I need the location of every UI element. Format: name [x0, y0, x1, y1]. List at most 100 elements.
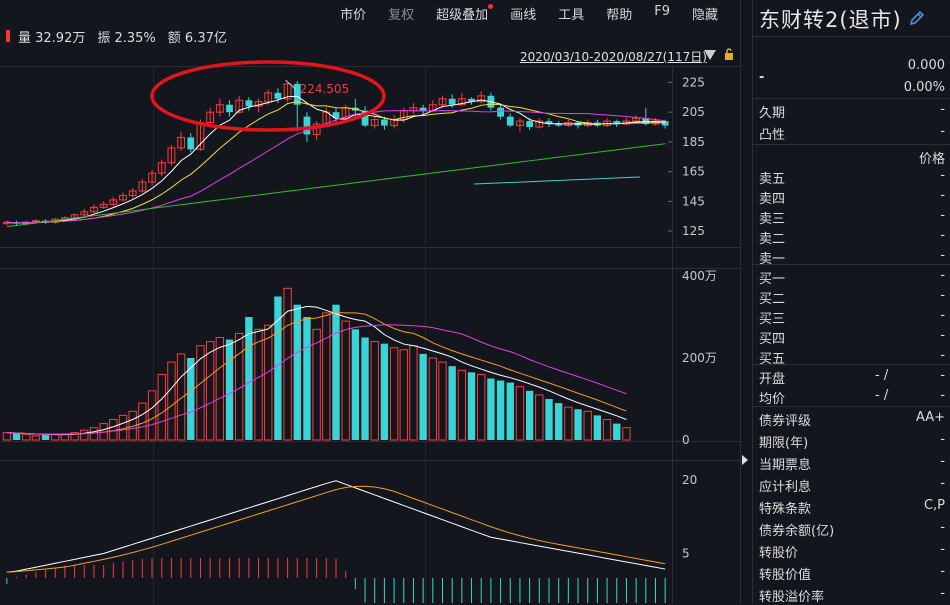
sell-level-4-value: - — [940, 188, 945, 203]
price-header: 价格 — [753, 146, 950, 167]
convexity-row-label: 凸性 — [759, 128, 786, 143]
open-row: 开盘 - / - — [753, 366, 950, 387]
divider — [753, 364, 950, 365]
info-row-7-value: - — [940, 564, 945, 579]
open-row-value: - / — [875, 368, 889, 383]
pencil-icon[interactable] — [907, 8, 927, 28]
frame-line — [0, 247, 740, 248]
volume-bar — [457, 369, 467, 441]
expand-panel-icon[interactable] — [742, 455, 748, 465]
info-row-3-value: - — [940, 476, 945, 491]
convexity-row-value: - — [940, 124, 945, 139]
price-axis-label: 145 — [682, 194, 705, 208]
buy-level-4: 买四 - — [753, 326, 950, 347]
sell-level-3-label: 卖三 — [759, 212, 786, 227]
convexity-row: 凸性 - — [753, 122, 950, 143]
volume-bar — [293, 304, 301, 440]
info-row-1: 期限(年) - — [753, 430, 950, 451]
buy-level-4-value: - — [940, 328, 945, 343]
info-row-2-value: - — [940, 454, 945, 469]
divider — [753, 144, 950, 145]
price-change-pct: 0.00% — [903, 80, 945, 95]
volume-axis-max: 400万 — [682, 269, 717, 283]
frame-line — [0, 66, 740, 67]
volume-ma5-line — [6, 305, 627, 436]
volume-bar — [564, 406, 573, 441]
sell-level-3-value: - — [940, 208, 945, 223]
volume-bar — [167, 361, 176, 441]
buy-level-4-label: 买四 — [759, 332, 786, 347]
kline-chart[interactable]: 225205185165145125224.505400万200万0205 — [0, 0, 742, 603]
price-axis-label: 185 — [682, 135, 705, 149]
price-axis-label: 225 — [682, 75, 705, 89]
volume-bar — [22, 433, 31, 441]
volume-bar — [496, 380, 505, 440]
info-row-5-value: - — [940, 520, 945, 535]
info-row-2: 当期票息 - — [753, 452, 950, 473]
candle-body — [448, 98, 456, 105]
volume-bar — [12, 433, 21, 440]
volume-bar — [399, 349, 408, 441]
avg-row: 均价 - / - — [753, 386, 950, 407]
volume-bar — [593, 415, 602, 440]
volume-bar — [147, 390, 157, 441]
volume-bar — [322, 312, 331, 441]
volume-axis-mid: 200万 — [682, 351, 717, 365]
sell-level-2-value: - — [940, 228, 945, 243]
macd-axis-label: 5 — [682, 546, 690, 560]
sell-level-4-label: 卖四 — [759, 192, 786, 207]
volume-bar — [157, 373, 166, 441]
candle-body — [274, 92, 282, 99]
volume-bar — [409, 345, 418, 441]
sell-level-1: 卖一 - — [753, 246, 950, 267]
open-row-label: 开盘 — [759, 372, 786, 387]
sell-level-2: 卖二 - — [753, 226, 950, 247]
buy-level-5-value: - — [940, 348, 945, 363]
volume-bar — [438, 361, 447, 441]
volume-bar — [535, 394, 544, 441]
volume-bar — [477, 373, 486, 441]
buy-level-1-value: - — [940, 268, 945, 283]
buy-level-5: 买五 - — [753, 346, 950, 367]
buy-level-2-value: - — [940, 288, 945, 303]
duration-row: 久期 - — [753, 100, 950, 121]
frame-line — [0, 268, 740, 269]
volume-bar — [448, 366, 456, 440]
macd-axis-label: 20 — [682, 473, 697, 487]
info-row-1-value: - — [940, 432, 945, 447]
info-row-0-label: 债券评级 — [759, 414, 812, 429]
candle-body — [226, 104, 233, 113]
change-pct-row: 0.00% — [753, 78, 950, 98]
volume-bar — [312, 328, 321, 441]
volume-bar — [341, 320, 350, 441]
volume-bar — [351, 329, 360, 440]
candle-body — [419, 107, 427, 111]
volume-bar — [176, 353, 186, 441]
volume-bar — [554, 403, 563, 440]
info-row-1-label: 期限(年) — [759, 436, 809, 451]
info-row-4: 特殊条款 C,P — [753, 496, 950, 517]
buy-level-2: 买二 - — [753, 286, 950, 307]
candle-body — [506, 116, 514, 126]
avg-row-value: - / — [875, 388, 889, 403]
bond-name: 东财转2(退市) — [759, 8, 902, 32]
divider — [753, 264, 950, 265]
high-marker-label: 224.505 — [300, 82, 350, 96]
volume-bar — [51, 433, 60, 441]
info-row-3-label: 应计利息 — [759, 480, 812, 495]
volume-bar — [196, 345, 205, 441]
volume-bar — [2, 432, 12, 441]
open-row-value2: - — [940, 368, 945, 383]
avg-row-label: 均价 — [759, 392, 786, 407]
frame-line — [0, 460, 740, 461]
volume-bar — [380, 343, 389, 440]
buy-level-2-label: 买二 — [759, 292, 786, 307]
info-row-0: 债券评级 AA+ — [753, 408, 950, 429]
buy-level-3-value: - — [940, 308, 945, 323]
volume-bar — [205, 341, 215, 441]
volume-bar — [487, 378, 495, 440]
info-row-8: 转股溢价率 - — [753, 584, 950, 605]
volume-bar — [583, 410, 592, 441]
avg-row-value2: - — [940, 388, 945, 403]
volume-axis-zero: 0 — [682, 433, 690, 447]
